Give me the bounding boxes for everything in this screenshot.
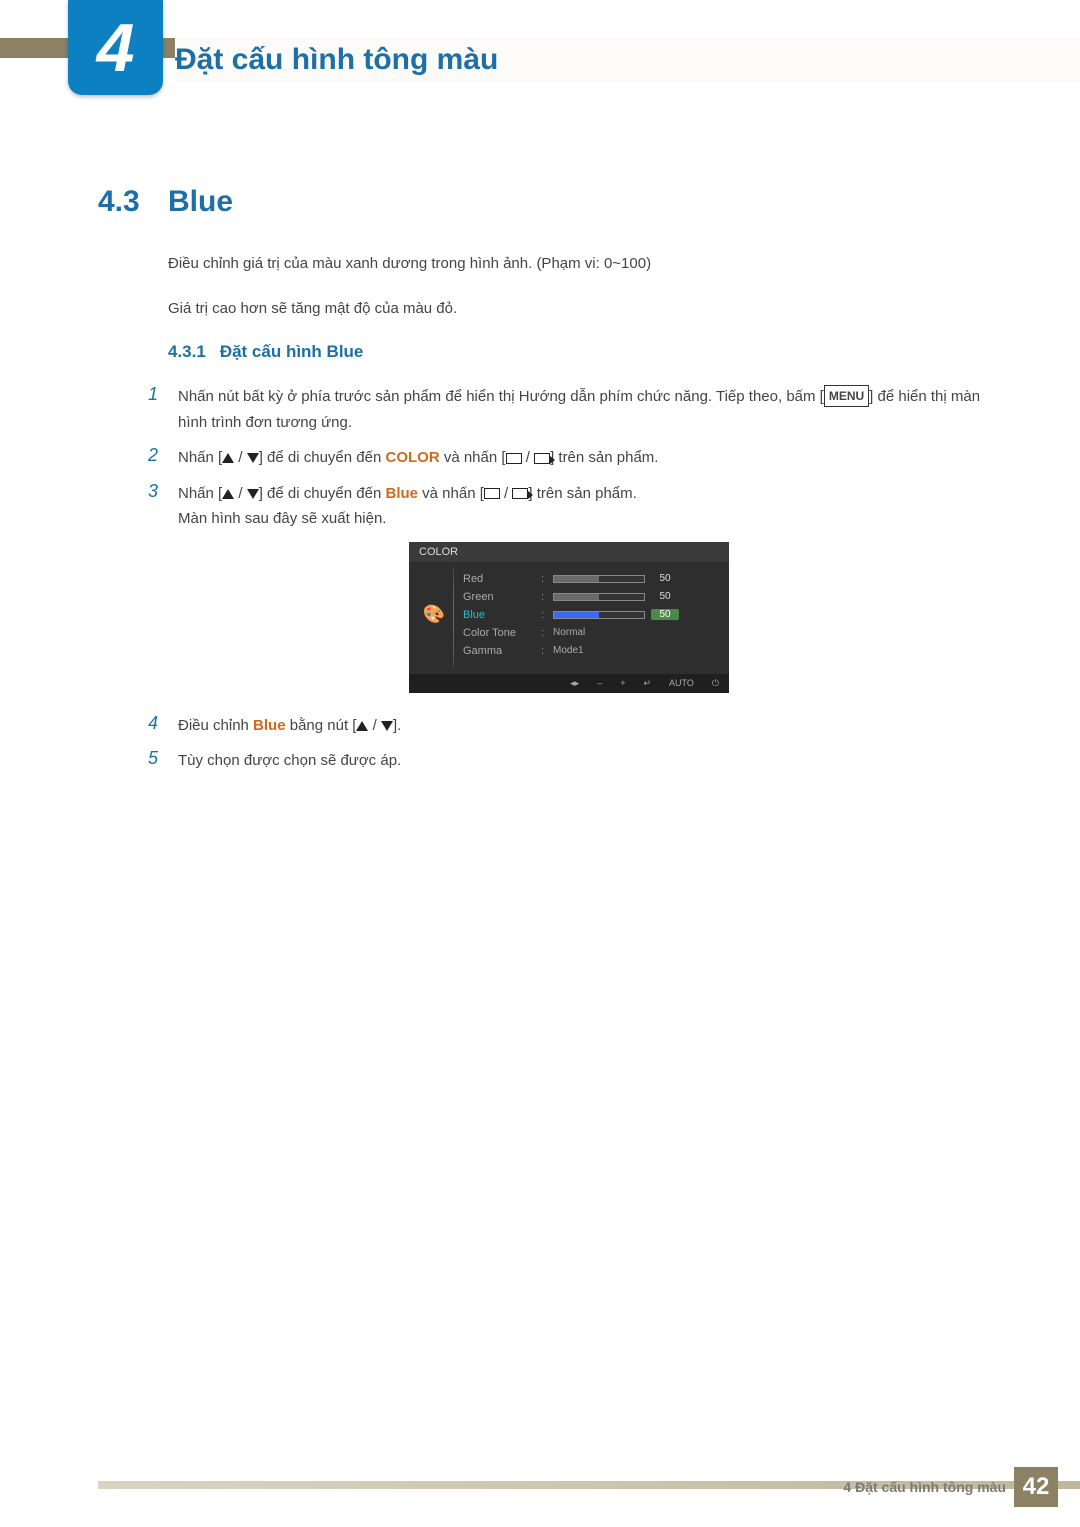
intro-paragraph-1: Điều chỉnh giá trị của màu xanh dương tr… — [168, 253, 990, 276]
osd-label: Green — [463, 591, 535, 603]
osd-value: 50 — [651, 573, 679, 584]
step-3: 3 Nhấn [ / ] để di chuyển đến Blue và nh… — [148, 481, 990, 532]
osd-auto-label: AUTO — [669, 678, 694, 689]
osd-value: Normal — [553, 627, 585, 638]
step-text: Tùy chọn được chọn sẽ được áp. — [178, 748, 401, 774]
palette-icon: 🎨 — [423, 604, 445, 625]
section-heading: 4.3 Blue — [98, 185, 990, 219]
text-fragment: ] để di chuyển đến — [259, 485, 386, 502]
keyword-blue: Blue — [253, 717, 286, 734]
step-text: Nhấn [ / ] để di chuyển đến COLOR và nhấ… — [178, 445, 658, 471]
text-fragment: ]. — [393, 717, 401, 734]
step-list: 1 Nhấn nút bất kỳ ở phía trước sản phẩm … — [148, 384, 990, 774]
subsection-number: 4.3.1 — [168, 342, 206, 362]
step-number: 5 — [148, 748, 178, 774]
osd-row-colortone: Color Tone : Normal — [463, 624, 719, 642]
section-number: 4.3 — [98, 185, 168, 219]
triangle-up-icon — [356, 721, 368, 731]
osd-label: Color Tone — [463, 627, 535, 639]
text-fragment: và nhấn [ — [418, 485, 484, 502]
step-2: 2 Nhấn [ / ] để di chuyển đến COLOR và n… — [148, 445, 990, 471]
osd-slider — [553, 575, 645, 583]
osd-row-gamma: Gamma : Mode1 — [463, 642, 719, 660]
section-title: Blue — [168, 185, 233, 219]
subsection-heading: 4.3.1 Đặt cấu hình Blue — [168, 342, 990, 362]
keyword-blue: Blue — [385, 485, 418, 502]
osd-label-selected: Blue — [463, 609, 535, 621]
chapter-title: Đặt cấu hình tông màu — [175, 38, 498, 82]
osd-colon: : — [541, 573, 547, 585]
keyword-color: COLOR — [385, 449, 439, 466]
osd-colon: : — [541, 609, 547, 621]
osd-value: 50 — [651, 591, 679, 602]
triangle-down-icon — [381, 721, 393, 731]
step-1: 1 Nhấn nút bất kỳ ở phía trước sản phẩm … — [148, 384, 990, 435]
step-text: Điều chỉnh Blue bằng nút [ / ]. — [178, 713, 401, 739]
osd-slider-selected — [553, 611, 645, 619]
step-number: 1 — [148, 384, 178, 435]
text-fragment: và nhấn [ — [440, 449, 506, 466]
osd-colon: : — [541, 627, 547, 639]
osd-rows: Red : 50 Green : 50 Blue : — [463, 570, 719, 660]
text-fragment: Nhấn [ — [178, 485, 222, 502]
page-content: 4.3 Blue Điều chỉnh giá trị của màu xanh… — [98, 185, 990, 784]
step-text: Nhấn [ / ] để di chuyển đến Blue và nhấn… — [178, 481, 637, 532]
osd-title: COLOR — [409, 542, 729, 562]
step-text: Nhấn nút bất kỳ ở phía trước sản phẩm để… — [178, 384, 990, 435]
osd-power-icon: ⏻ — [712, 678, 719, 689]
osd-footer-icons: ◂▸ – + ↵ AUTO ⏻ — [409, 674, 729, 693]
osd-nav-plus-icon: + — [620, 678, 625, 689]
footer-page-number: 42 — [1014, 1467, 1058, 1507]
step-4: 4 Điều chỉnh Blue bằng nút [ / ]. — [148, 713, 990, 739]
menu-button-label: MENU — [824, 385, 869, 407]
osd-colon: : — [541, 591, 547, 603]
enter-icon — [512, 488, 528, 499]
osd-divider — [449, 570, 463, 660]
text-fragment: Nhấn [ — [178, 449, 222, 466]
osd-label: Gamma — [463, 645, 535, 657]
text-fragment: ] trên sản phẩm. — [528, 485, 636, 502]
chapter-number-block: 4 — [68, 0, 163, 95]
text-fragment: Điều chỉnh — [178, 717, 253, 734]
intro-paragraph-2: Giá trị cao hơn sẽ tăng mật độ của màu đ… — [168, 298, 990, 321]
step-number: 3 — [148, 481, 178, 532]
osd-menu: COLOR 🎨 Red : 50 Green : — [409, 542, 729, 693]
osd-label: Red — [463, 573, 535, 585]
step-5: 5 Tùy chọn được chọn sẽ được áp. — [148, 748, 990, 774]
osd-nav-left-icon: ◂▸ — [570, 678, 579, 689]
text-fragment: Nhấn nút bất kỳ ở phía trước sản phẩm để… — [178, 388, 824, 405]
triangle-down-icon — [247, 453, 259, 463]
osd-row-green: Green : 50 — [463, 588, 719, 606]
osd-enter-icon: ↵ — [643, 678, 651, 689]
triangle-down-icon — [247, 489, 259, 499]
osd-row-blue: Blue : 50 — [463, 606, 719, 624]
osd-slider — [553, 593, 645, 601]
step-number: 4 — [148, 713, 178, 739]
subsection-title: Đặt cấu hình Blue — [220, 342, 364, 362]
triangle-up-icon — [222, 453, 234, 463]
source-icon — [506, 453, 522, 464]
footer-box: 4 Đặt cấu hình tông màu 42 — [843, 1467, 1058, 1507]
osd-colon: : — [541, 645, 547, 657]
text-fragment: ] trên sản phẩm. — [550, 449, 658, 466]
osd-value-highlighted: 50 — [651, 609, 679, 620]
triangle-up-icon — [222, 489, 234, 499]
text-fragment: Màn hình sau đây sẽ xuất hiện. — [178, 510, 386, 527]
osd-value: Mode1 — [553, 645, 584, 656]
enter-icon — [534, 453, 550, 464]
osd-nav-minus-icon: – — [597, 678, 602, 689]
page-footer: 4 Đặt cấu hình tông màu 42 — [0, 1467, 1080, 1507]
footer-chapter-label: 4 Đặt cấu hình tông màu — [843, 1479, 1006, 1495]
osd-category-icon-col: 🎨 — [419, 570, 449, 660]
osd-row-red: Red : 50 — [463, 570, 719, 588]
text-fragment: ] để di chuyển đến — [259, 449, 386, 466]
source-icon — [484, 488, 500, 499]
step-number: 2 — [148, 445, 178, 471]
text-fragment: bằng nút [ — [286, 717, 357, 734]
osd-body: 🎨 Red : 50 Green : 50 — [409, 562, 729, 674]
chapter-number: 4 — [97, 14, 135, 82]
